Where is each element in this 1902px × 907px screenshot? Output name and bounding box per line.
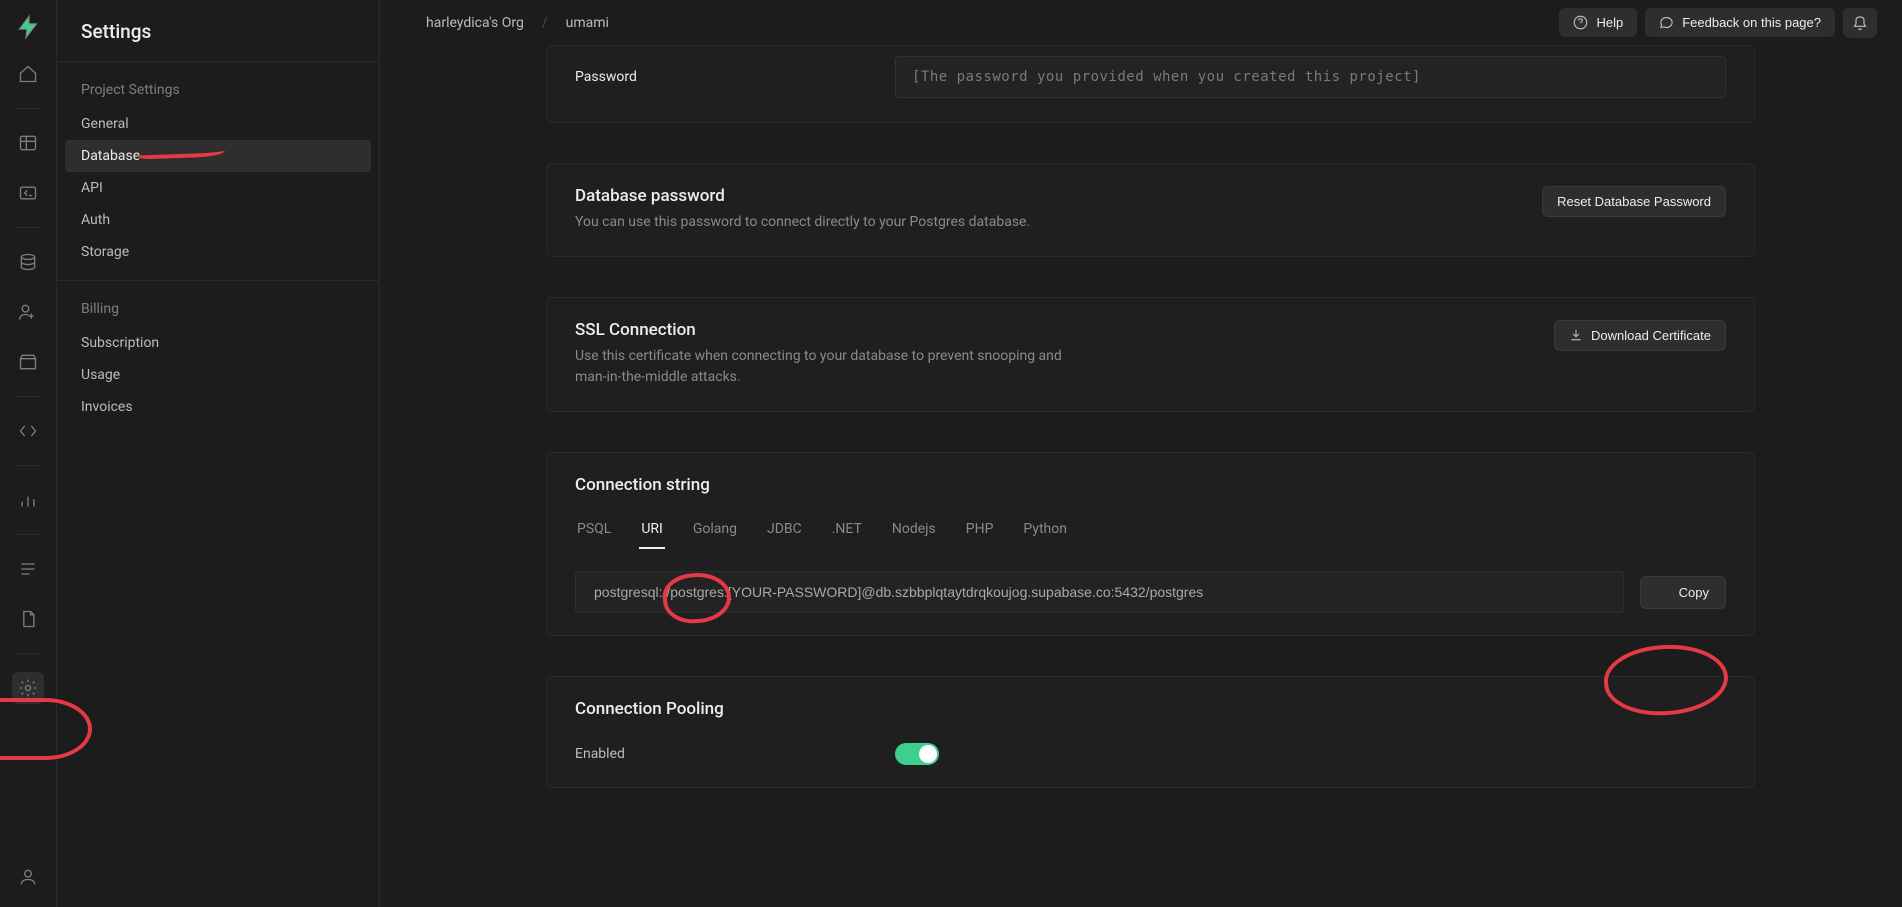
download-certificate-button[interactable]: Download Certificate <box>1554 320 1726 351</box>
reset-db-password-button[interactable]: Reset Database Password <box>1542 186 1726 217</box>
connection-pooling-title: Connection Pooling <box>575 699 1726 719</box>
table-editor-icon[interactable] <box>12 127 44 159</box>
pooling-toggle[interactable] <box>895 743 939 765</box>
sidebar-item-database[interactable]: Database <box>65 140 371 172</box>
tab-net[interactable]: .NET <box>830 513 864 549</box>
download-icon <box>1569 328 1583 342</box>
sidebar-item-subscription[interactable]: Subscription <box>57 327 379 359</box>
sidebar-item-general[interactable]: General <box>57 108 379 140</box>
tab-php[interactable]: PHP <box>964 513 996 549</box>
database-icon[interactable] <box>12 246 44 278</box>
topbar: harleydica's Org / umami Help Feedback o… <box>380 0 1902 45</box>
section-billing: Billing <box>57 280 379 327</box>
connection-tabs: PSQL URI Golang JDBC .NET Nodejs PHP Python <box>575 513 1726 549</box>
feedback-button[interactable]: Feedback on this page? <box>1645 8 1835 37</box>
password-card: Password [The password you provided when… <box>546 45 1755 123</box>
tab-psql[interactable]: PSQL <box>575 513 613 549</box>
tab-nodejs[interactable]: Nodejs <box>890 513 938 549</box>
logo-icon[interactable] <box>15 14 41 40</box>
icon-rail <box>0 0 57 907</box>
connection-string-value[interactable]: postgresql://postgres:[YOUR-PASSWORD]@db… <box>575 571 1624 613</box>
sql-editor-icon[interactable] <box>12 177 44 209</box>
pooling-enabled-label: Enabled <box>575 746 855 762</box>
ssl-title: SSL Connection <box>575 320 1095 340</box>
settings-icon[interactable] <box>12 672 44 704</box>
breadcrumb-project[interactable]: umami <box>566 15 609 31</box>
tab-uri[interactable]: URI <box>639 513 665 549</box>
breadcrumb: harleydica's Org / umami <box>426 15 609 31</box>
database-password-card: Database password You can use this passw… <box>546 163 1755 257</box>
sidebar-item-usage[interactable]: Usage <box>57 359 379 391</box>
tab-golang[interactable]: Golang <box>691 513 739 549</box>
db-password-title: Database password <box>575 186 1030 206</box>
main-content: Password [The password you provided when… <box>380 45 1902 907</box>
sidebar-item-storage[interactable]: Storage <box>57 236 379 268</box>
storage-icon[interactable] <box>12 346 44 378</box>
tab-jdbc[interactable]: JDBC <box>765 513 804 549</box>
tab-python[interactable]: Python <box>1021 513 1069 549</box>
notifications-button[interactable] <box>1843 8 1877 38</box>
help-button[interactable]: Help <box>1559 8 1637 37</box>
breadcrumb-org[interactable]: harleydica's Org <box>426 15 524 31</box>
ssl-desc: Use this certificate when connecting to … <box>575 346 1095 389</box>
section-project-settings: Project Settings <box>57 61 379 108</box>
connection-string-title: Connection string <box>575 475 1726 495</box>
logs-icon[interactable] <box>12 553 44 585</box>
password-label: Password <box>575 69 855 85</box>
help-icon <box>1573 15 1588 30</box>
connection-string-card: Connection string PSQL URI Golang JDBC .NET N… <box>546 452 1755 636</box>
settings-sidebar: Settings Project Settings GeneralDatabas… <box>57 0 380 907</box>
auth-icon[interactable] <box>12 296 44 328</box>
reports-icon[interactable] <box>12 484 44 516</box>
account-icon[interactable] <box>12 861 44 893</box>
breadcrumb-separator: / <box>542 15 548 31</box>
sidebar-item-auth[interactable]: Auth <box>57 204 379 236</box>
chat-icon <box>1659 15 1674 30</box>
ssl-card: SSL Connection Use this certificate when… <box>546 297 1755 412</box>
sidebar-item-invoices[interactable]: Invoices <box>57 391 379 423</box>
bell-icon <box>1852 15 1868 31</box>
db-password-desc: You can use this password to connect dir… <box>575 212 1030 234</box>
page-title: Settings <box>57 0 379 61</box>
copy-button[interactable]: Copy <box>1640 576 1726 609</box>
edge-functions-icon[interactable] <box>12 415 44 447</box>
docs-icon[interactable] <box>12 603 44 635</box>
password-value[interactable]: [The password you provided when you crea… <box>895 56 1726 98</box>
home-icon[interactable] <box>12 58 44 90</box>
connection-pooling-card: Connection Pooling Enabled <box>546 676 1755 788</box>
sidebar-item-api[interactable]: API <box>57 172 379 204</box>
copy-icon <box>1657 585 1671 599</box>
